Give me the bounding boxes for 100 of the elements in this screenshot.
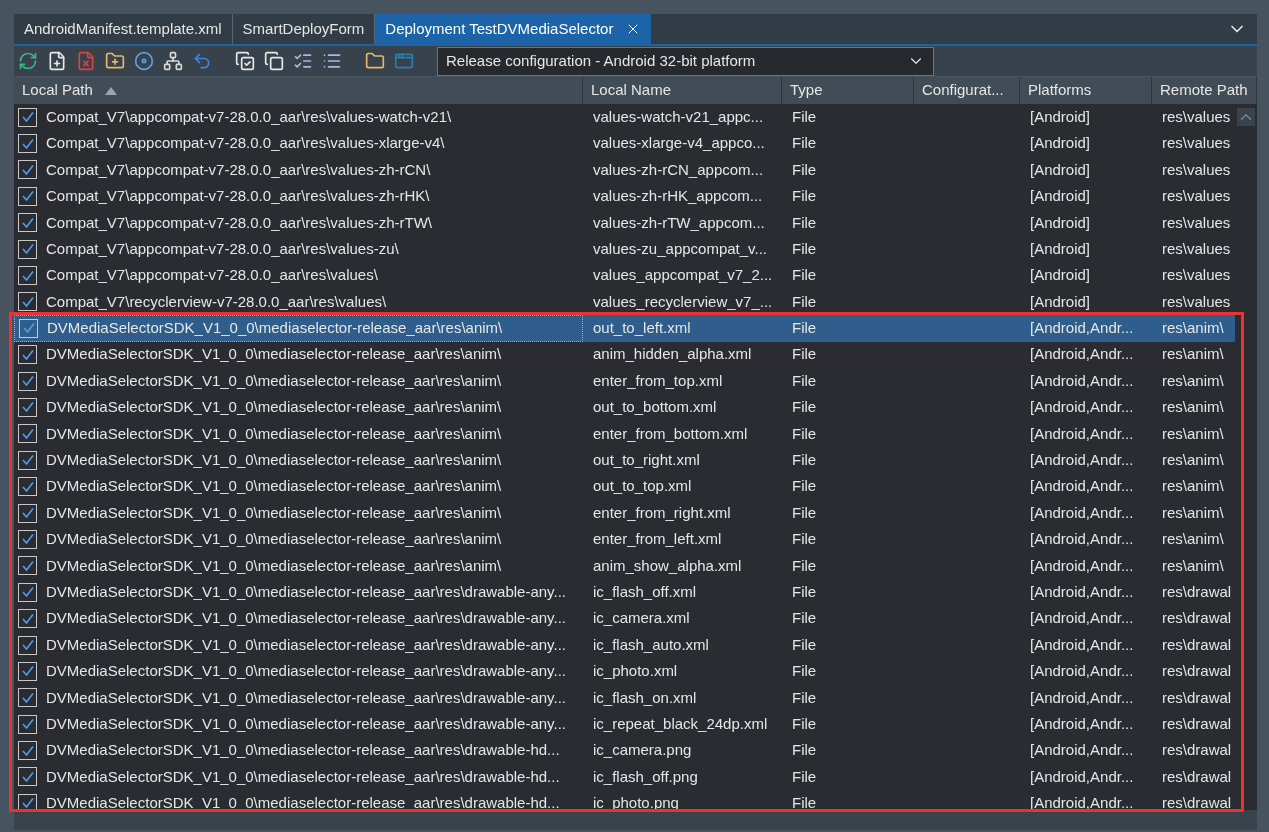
table-row[interactable]: DVMediaSelectorSDK_V1_0_0\mediaselector-release_aar\res\anim\ out_to_left.xml File [Android,Andr... res\anim\ xyxy=(14,315,1236,342)
table-row[interactable]: Compat_V7\appcompat-v7-28.0.0_aar\res\values-zh-rHK\ values-zh-rHK_appcom... File [Android] res\values xyxy=(14,183,1236,210)
table-row[interactable]: Compat_V7\recyclerview-v7-28.0.0_aar\res\values\ values_recyclerview_v7_... File [Android] res\values xyxy=(14,288,1236,316)
table-row[interactable]: DVMediaSelectorSDK_V1_0_0\mediaselector-release_aar\res\anim\ enter_from_bottom.xml File [Android,Andr... res\anim\ xyxy=(14,420,1236,448)
checkbox[interactable] xyxy=(18,503,37,523)
checkbox[interactable] xyxy=(18,107,37,127)
table-cell-text: File xyxy=(792,581,817,602)
table-row[interactable]: DVMediaSelectorSDK_V1_0_0\mediaselector-release_aar\res\drawable-any... ic_flash_auto.xml File [Android,Andr... res\drawal xyxy=(14,631,1236,659)
scroll-up-icon[interactable] xyxy=(1237,108,1255,126)
table-row[interactable]: Compat_V7\appcompat-v7-28.0.0_aar\res\values\ values_appcompat_v7_2... File [Android] res\values xyxy=(14,262,1236,289)
table-cell-text: DVMediaSelectorSDK_V1_0_0\mediaselector-release_aar\res\anim\ xyxy=(46,450,502,470)
table-cell-text: [Android] xyxy=(1030,212,1091,233)
table-row[interactable]: Compat_V7\appcompat-v7-28.0.0_aar\res\values-watch-v21\ values-watch-v21_appc... File [Android] res\values xyxy=(14,104,1236,131)
checkbox[interactable] xyxy=(18,371,37,391)
table-row[interactable]: DVMediaSelectorSDK_V1_0_0\mediaselector-release_aar\res\anim\ anim_show_alpha.xml File [Android,Andr... res\anim\ xyxy=(14,552,1236,580)
table-cell-text: anim_show_alpha.xml xyxy=(593,555,742,576)
table-row[interactable]: DVMediaSelectorSDK_V1_0_0\mediaselector-release_aar\res\drawable-any... ic_repeat_black_24dp.xml File [Android,Andr... res\drawal xyxy=(14,711,1236,738)
table-cell-text: out_to_right.xml xyxy=(593,450,700,470)
checkmark-icon xyxy=(20,426,35,441)
checkmark-icon xyxy=(20,796,35,810)
configuration-dropdown[interactable]: Release configuration - Android 32-bit platform xyxy=(437,46,934,76)
table-row[interactable]: DVMediaSelectorSDK_V1_0_0\mediaselector-release_aar\res\drawable-any... ic_photo.xml File [Android,Andr... res\drawal xyxy=(14,658,1236,685)
table-cell-text: res\drawal xyxy=(1162,687,1232,708)
checkbox[interactable] xyxy=(18,767,37,787)
undo-icon[interactable] xyxy=(192,51,212,71)
checkmark-icon xyxy=(20,743,35,758)
copy-check-icon[interactable] xyxy=(235,51,255,71)
table-row[interactable]: DVMediaSelectorSDK_V1_0_0\mediaselector-release_aar\res\drawable-hd... ic_flash_off.png File [Android,Andr... res\drawal xyxy=(14,763,1236,791)
table-cell-text: File xyxy=(792,766,817,787)
checkbox[interactable] xyxy=(19,318,38,338)
copy-icon[interactable] xyxy=(264,51,284,71)
checkmark-icon xyxy=(20,558,35,573)
checkbox[interactable] xyxy=(18,609,37,629)
table-cell-text: res\values xyxy=(1162,106,1231,127)
checkbox[interactable] xyxy=(18,292,37,312)
checkbox[interactable] xyxy=(18,213,37,233)
table-row[interactable]: DVMediaSelectorSDK_V1_0_0\mediaselector-release_aar\res\anim\ enter_from_right.xml File [Android,Andr... res\anim\ xyxy=(14,499,1236,527)
disc-icon[interactable] xyxy=(134,51,154,71)
table-cell-text: res\anim\ xyxy=(1162,370,1224,391)
checkbox[interactable] xyxy=(18,186,37,206)
table-cell-text: values-zu_appcompat_v... xyxy=(593,238,767,259)
checkbox[interactable] xyxy=(18,688,37,708)
table-row[interactable]: DVMediaSelectorSDK_V1_0_0\mediaselector-release_aar\res\drawable-any... ic_camera.xml File [Android,Andr... res\drawal xyxy=(14,605,1236,632)
checkbox[interactable] xyxy=(18,239,37,259)
checkmark-icon xyxy=(20,717,35,732)
checkbox[interactable] xyxy=(18,134,37,154)
tab[interactable]: Deployment TestDVMediaSelector xyxy=(375,14,652,44)
table-cell-text: Compat_V7\appcompat-v7-28.0.0_aar\res\values-xlarge-v4\ xyxy=(46,133,445,154)
table-row[interactable]: Compat_V7\appcompat-v7-28.0.0_aar\res\values-zu\ values-zu_appcompat_v... File [Android] res\values xyxy=(14,235,1236,263)
table-row[interactable]: Compat_V7\appcompat-v7-28.0.0_aar\res\values-zh-rCN\ values-zh-rCN_appcom... File [Android] res\values xyxy=(14,156,1236,184)
table-cell-text: File xyxy=(792,238,817,259)
checkbox[interactable] xyxy=(18,266,37,286)
checkbox[interactable] xyxy=(18,582,37,602)
checkbox[interactable] xyxy=(18,160,37,180)
table-row[interactable]: DVMediaSelectorSDK_V1_0_0\mediaselector-release_aar\res\anim\ anim_hidden_alpha.xml File [Android,Andr... res\anim\ xyxy=(14,341,1236,368)
table-cell-text: res\anim\ xyxy=(1162,529,1224,550)
checkbox[interactable] xyxy=(18,398,37,417)
table-cell-text: [Android] xyxy=(1030,159,1091,180)
checkbox[interactable] xyxy=(18,529,37,549)
table-cell-text: [Android,Andr... xyxy=(1030,608,1134,629)
table-cell-text: File xyxy=(792,634,817,655)
table-cell-text: [Android] xyxy=(1030,106,1091,127)
table-cell-text: values-xlarge-v4_appco... xyxy=(593,133,765,154)
table-cell-text: enter_from_top.xml xyxy=(593,370,723,391)
checkbox[interactable] xyxy=(18,556,37,576)
table-row[interactable]: DVMediaSelectorSDK_V1_0_0\mediaselector-release_aar\res\anim\ enter_from_top.xml File [Android,Andr... res\anim\ xyxy=(14,367,1236,395)
checkbox[interactable] xyxy=(18,424,37,444)
table-cell-text: res\values xyxy=(1162,133,1231,154)
refresh-icon[interactable] xyxy=(18,51,38,71)
table-row[interactable]: Compat_V7\appcompat-v7-28.0.0_aar\res\values-xlarge-v4\ values-xlarge-v4_appco... File [Android] res\values xyxy=(14,130,1236,157)
table-row[interactable]: DVMediaSelectorSDK_V1_0_0\mediaselector-release_aar\res\anim\ out_to_bottom.xml File [Android,Andr... res\anim\ xyxy=(14,394,1236,421)
table-row[interactable]: Compat_V7\appcompat-v7-28.0.0_aar\res\values-zh-rTW\ values-zh-rTW_appcom... File [Android] res\values xyxy=(14,209,1236,236)
table-cell-text: ic_camera.xml xyxy=(593,608,690,629)
table-row[interactable]: DVMediaSelectorSDK_V1_0_0\mediaselector-release_aar\res\drawable-hd... ic_camera.png File [Android,Andr... res\drawal xyxy=(14,737,1236,764)
table-row[interactable]: DVMediaSelectorSDK_V1_0_0\mediaselector-release_aar\res\drawable-any... ic_flash_on.xml File [Android,Andr... res\drawal xyxy=(14,684,1236,711)
folder-icon[interactable] xyxy=(365,51,385,71)
table-row[interactable]: DVMediaSelectorSDK_V1_0_0\mediaselector-release_aar\res\drawable-any... ic_flash_off.xml File [Android,Andr... res\drawal xyxy=(14,579,1236,606)
checkbox[interactable] xyxy=(18,477,37,497)
add-file-icon[interactable] xyxy=(47,51,67,71)
table-cell-text: DVMediaSelectorSDK_V1_0_0\mediaselector-release_aar\res\anim\ xyxy=(46,476,502,497)
sort-ascending-icon xyxy=(104,86,117,95)
table-cell-text: res\anim\ xyxy=(1162,423,1224,444)
checkbox[interactable] xyxy=(18,450,37,470)
horizontal-scrollbar[interactable] xyxy=(14,810,1257,830)
table-row[interactable]: DVMediaSelectorSDK_V1_0_0\mediaselector-release_aar\res\anim\ enter_from_left.xml File [Android,Andr... res\anim\ xyxy=(14,526,1236,553)
network-icon[interactable] xyxy=(163,51,183,71)
checkbox[interactable] xyxy=(18,345,37,365)
checked-list-icon[interactable] xyxy=(293,51,313,71)
checkbox[interactable] xyxy=(18,741,37,761)
checkmark-icon xyxy=(20,136,35,151)
checkbox[interactable] xyxy=(18,714,37,734)
table-cell-text: out_to_left.xml xyxy=(593,318,691,339)
list-icon[interactable] xyxy=(322,51,342,71)
checkbox[interactable] xyxy=(18,661,37,681)
checkbox[interactable] xyxy=(18,635,37,655)
add-folder-icon[interactable] xyxy=(105,51,125,71)
table-cell-text: File xyxy=(792,793,817,810)
table-row[interactable]: DVMediaSelectorSDK_V1_0_0\mediaselector-release_aar\res\anim\ out_to_top.xml File [Android,Andr... res\anim\ xyxy=(14,473,1236,500)
table-row[interactable]: DVMediaSelectorSDK_V1_0_0\mediaselector-release_aar\res\anim\ out_to_right.xml File [Android,Andr... res\anim\ xyxy=(14,447,1236,474)
checkmark-icon xyxy=(20,532,35,547)
